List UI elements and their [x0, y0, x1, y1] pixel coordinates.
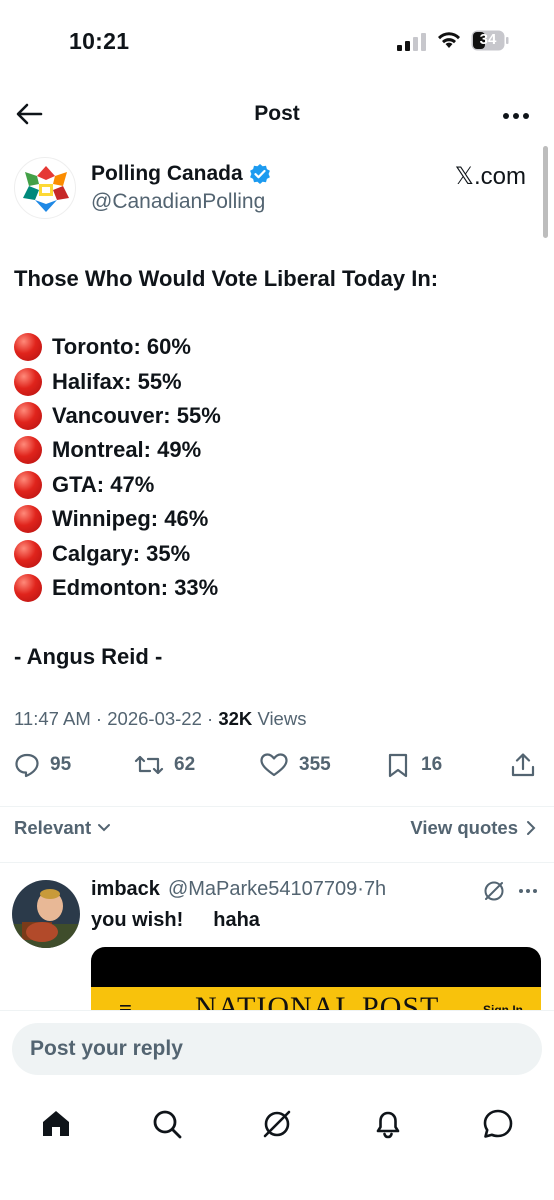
- reply-avatar[interactable]: [12, 880, 80, 948]
- views-count: 32K: [218, 708, 253, 729]
- post-line: Calgary: 35%: [14, 536, 544, 570]
- page-title: Post: [254, 102, 300, 125]
- scroll-indicator: [543, 146, 548, 238]
- author-handle[interactable]: @CanadianPolling: [91, 190, 265, 214]
- red-circle-icon: [14, 470, 42, 499]
- reply-input[interactable]: Post your reply: [12, 1023, 542, 1075]
- battery-icon: 34: [471, 30, 509, 51]
- messages-icon[interactable]: [482, 1108, 514, 1140]
- reply-count: 95: [50, 754, 72, 775]
- author-avatar[interactable]: [14, 157, 76, 219]
- like-icon: [260, 753, 288, 777]
- red-circle-icon: [14, 401, 42, 430]
- bottom-nav: [0, 1092, 554, 1200]
- status-time: 10:21: [69, 28, 130, 54]
- post-source-note: - Angus Reid -: [14, 644, 163, 670]
- like-button[interactable]: 355: [259, 752, 331, 778]
- post-line: Edmonton: 33%: [14, 571, 544, 605]
- action-bar: 95 62 355 16: [0, 752, 554, 788]
- bookmark-icon: [388, 753, 408, 778]
- cellular-signal-icon: [397, 33, 426, 51]
- grok-icon[interactable]: [483, 880, 505, 902]
- like-count: 355: [299, 754, 331, 775]
- post-source: 𝕏.com: [454, 163, 526, 190]
- reply-avatar-image: [12, 880, 80, 948]
- views-label: Views: [257, 708, 307, 729]
- polling-canada-logo: [23, 166, 69, 212]
- divider: [0, 862, 554, 863]
- sort-dropdown[interactable]: Relevant: [14, 817, 111, 839]
- reply-header: imback @MaParke54107709·7h: [91, 878, 386, 901]
- post-line: Winnipeg: 46%: [14, 502, 544, 536]
- red-circle-icon: [14, 333, 42, 362]
- search-icon[interactable]: [151, 1108, 183, 1140]
- red-circle-icon: [14, 573, 42, 602]
- reply-author-handle[interactable]: @MaParke54107709·7h: [168, 878, 386, 901]
- share-icon: [511, 753, 535, 777]
- red-circle-icon: [14, 367, 42, 396]
- view-quotes-label: View quotes: [410, 817, 518, 838]
- reply-text: you wish! haha: [91, 909, 260, 931]
- divider: [0, 806, 554, 807]
- reply-author-name[interactable]: imback: [91, 878, 160, 901]
- home-icon[interactable]: [40, 1108, 72, 1140]
- repost-count: 62: [174, 754, 196, 775]
- post-line: Montreal: 49%: [14, 433, 544, 467]
- post-meta: 11:47 AM · 2026-03-22 · 32K Views: [14, 708, 307, 729]
- reply-composer: Post your reply: [0, 1010, 554, 1092]
- post-time[interactable]: 11:47 AM: [14, 708, 91, 729]
- repost-icon: [134, 755, 164, 775]
- post-line: Toronto: 60%: [14, 330, 544, 364]
- chevron-down-icon: [98, 824, 111, 832]
- post-line: Vancouver: 55%: [14, 399, 544, 433]
- red-circle-icon: [14, 505, 42, 534]
- post-line: GTA: 47%: [14, 468, 544, 502]
- status-bar: 10:21 34: [0, 0, 554, 80]
- author-name[interactable]: Polling Canada: [91, 162, 243, 186]
- repost-button[interactable]: 62: [134, 752, 195, 778]
- reply-more-icon[interactable]: [518, 888, 538, 894]
- reply-image[interactable]: ≡ NATIONAL POST Sign In: [91, 947, 541, 1017]
- post-header: Post: [0, 90, 554, 138]
- post-line: Halifax: 55%: [14, 364, 544, 398]
- author-name-row[interactable]: Polling Canada: [91, 162, 271, 186]
- share-button[interactable]: [510, 752, 536, 778]
- chevron-right-icon: [527, 821, 536, 835]
- post-heading: Those Who Would Vote Liberal Today In:: [14, 266, 439, 291]
- post-text: Those Who Would Vote Liberal Today In: T…: [14, 262, 544, 674]
- view-quotes-link[interactable]: View quotes: [410, 817, 536, 839]
- verified-badge-icon: [249, 164, 270, 184]
- red-circle-icon: [14, 539, 42, 568]
- reply-button[interactable]: 95: [14, 752, 71, 778]
- reply-icon: [15, 753, 39, 778]
- grok-icon[interactable]: [261, 1108, 293, 1140]
- bookmark-button[interactable]: 16: [385, 752, 442, 778]
- red-circle-icon: [14, 436, 42, 465]
- more-icon[interactable]: [502, 112, 530, 120]
- battery-level: 34: [479, 31, 497, 48]
- sort-label: Relevant: [14, 817, 92, 838]
- wifi-icon: [438, 32, 460, 48]
- post-date[interactable]: 2026-03-22: [107, 708, 202, 729]
- notifications-icon[interactable]: [372, 1108, 404, 1140]
- bookmark-count: 16: [421, 754, 443, 775]
